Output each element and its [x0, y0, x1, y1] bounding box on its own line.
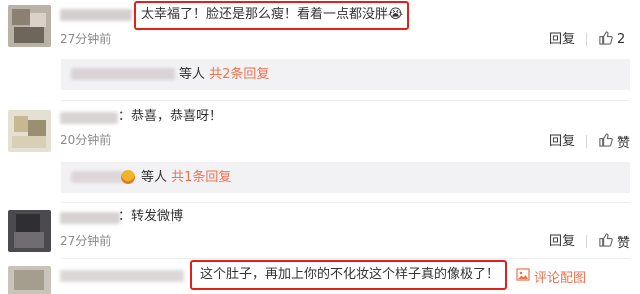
like-label: 赞: [617, 136, 631, 151]
image-icon: [516, 268, 530, 285]
highlight-box: [190, 260, 507, 290]
comment-divider: [61, 258, 630, 259]
comment-text: ：转发微博: [118, 209, 184, 224]
comment-image-link[interactable]: 评论配图: [516, 267, 586, 286]
reply-summary[interactable]: 等人 共2条回复: [61, 59, 630, 90]
more-replies-link[interactable]: 共2条回复: [209, 67, 269, 82]
reply-usernames: [71, 68, 175, 80]
thumbs-up-icon: [598, 132, 613, 151]
divider: [586, 33, 587, 46]
username[interactable]: [60, 270, 184, 282]
avatar[interactable]: [8, 110, 51, 152]
reply-summary[interactable]: 等人 共1条回复: [61, 162, 630, 193]
thumbs-up-icon: [598, 232, 613, 251]
comment-divider: [61, 100, 630, 101]
divider: [586, 135, 587, 148]
reply-button[interactable]: 回复: [549, 32, 575, 48]
timestamp: 20分钟前: [60, 133, 112, 147]
reply-usernames: [71, 171, 123, 183]
reply-button[interactable]: 回复: [549, 234, 575, 250]
like-button[interactable]: 2: [598, 30, 625, 49]
reply-others-label: 等人: [141, 170, 168, 185]
comment-text: ：恭喜，恭喜呀！: [118, 109, 223, 124]
like-button[interactable]: 赞: [598, 232, 630, 251]
like-count: 2: [617, 32, 626, 47]
more-replies-link[interactable]: 共1条回复: [171, 170, 231, 185]
timestamp: 27分钟前: [60, 234, 112, 248]
divider: [586, 235, 587, 248]
avatar[interactable]: [8, 210, 51, 252]
avatar[interactable]: [8, 266, 51, 294]
highlight-box: [134, 1, 409, 30]
username[interactable]: [60, 9, 132, 21]
avatar[interactable]: [8, 5, 51, 47]
username[interactable]: [60, 212, 120, 224]
like-button[interactable]: 赞: [598, 132, 630, 151]
timestamp: 27分钟前: [60, 32, 112, 46]
comment-image-label[interactable]: 评论配图: [534, 267, 586, 286]
thumbs-up-icon: [598, 30, 613, 49]
like-label: 赞: [617, 236, 631, 251]
reply-others-label: 等人: [179, 67, 206, 82]
crown-emoji-icon: [121, 170, 135, 184]
username[interactable]: [60, 112, 118, 124]
reply-button[interactable]: 回复: [549, 134, 575, 150]
comment-divider: [61, 202, 630, 203]
